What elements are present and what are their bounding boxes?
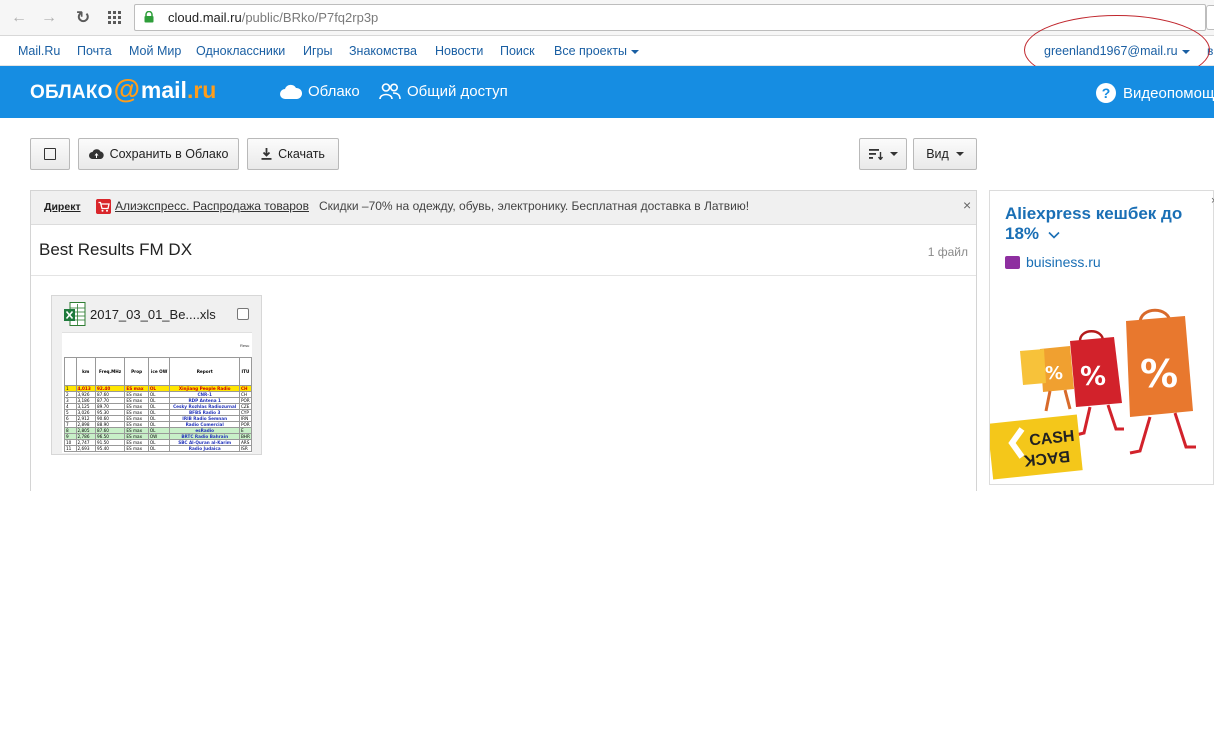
- thumb-cell: ISR: [238, 445, 252, 452]
- save-to-cloud-button[interactable]: Сохранить в Облако: [78, 138, 239, 170]
- thumb-cell: Cesky Rozhlas Radiozurnal: [169, 403, 240, 410]
- file-select-checkbox[interactable]: [237, 308, 249, 320]
- side-ad-title[interactable]: Aliexpress кешбек до 18%: [1005, 204, 1205, 244]
- thumb-corner-text: Resu: [240, 343, 250, 348]
- lock-icon: [144, 11, 154, 23]
- logo-oblako: ОБЛАКО: [30, 82, 113, 103]
- view-button[interactable]: Вид: [913, 138, 977, 170]
- thumb-header-cell: Prop: [124, 357, 149, 386]
- shopping-bags-image: % % % CASH BACK: [990, 308, 1196, 480]
- chevron-down-icon: [955, 152, 964, 156]
- nav-help-label: Видеопомощь: [1123, 84, 1214, 102]
- browser-menu-edge[interactable]: [1206, 5, 1214, 30]
- thumb-cell: BHR: [238, 433, 252, 440]
- ad-close-icon[interactable]: ×: [963, 197, 971, 213]
- thumb-header-cell: km: [75, 357, 96, 386]
- thumb-header-row: km Freq.MHz Prop ice OW Report ITU: [64, 357, 252, 386]
- chevron-down-icon: [630, 49, 639, 54]
- download-label: Скачать: [278, 147, 325, 161]
- nav-cloud-label: Облако: [308, 83, 360, 100]
- thumb-header-cell: Freq.MHz: [94, 357, 126, 386]
- direct-ad-strip: Директ Алиэкспресс. Распродажа товаров С…: [31, 191, 976, 225]
- view-label: Вид: [926, 147, 949, 161]
- thumbnail-table: km Freq.MHz Prop ice OW Report ITU 1 4,01…: [64, 357, 252, 452]
- thumb-cell: SBC Al-Quran al-Karim: [169, 439, 240, 446]
- side-ad-title-text: Aliexpress кешбек до 18%: [1005, 204, 1183, 243]
- bag-percent-medium: %: [1080, 362, 1106, 392]
- ad-link[interactable]: Алиэкспресс. Распродажа товаров: [115, 199, 309, 213]
- thumb-cell: ES max: [124, 445, 149, 452]
- thumb-header-cell: Report: [169, 357, 240, 386]
- logo-at: @: [113, 74, 140, 104]
- thumb-cell: 11: [64, 445, 77, 452]
- download-icon: [261, 148, 272, 160]
- sort-icon: [868, 148, 883, 160]
- nav-shared-label: Общий доступ: [407, 83, 508, 100]
- browser-toolbar: ← → ↻ cloud.mail.ru/public/BRko/P7fq2rp3…: [0, 0, 1214, 36]
- app-header: ОБЛАКО @ mail .ru Облако Общий доступ ? Вид…: [0, 66, 1214, 118]
- sort-button[interactable]: [859, 138, 907, 170]
- chevron-down-icon: [889, 152, 898, 156]
- portal-link-mail[interactable]: Почта: [77, 44, 112, 58]
- file-name[interactable]: 2017_03_01_Be....xls: [90, 307, 216, 322]
- bag-percent-small: %: [1045, 363, 1063, 384]
- portal-link-odnoklassniki[interactable]: Одноклассники: [196, 44, 285, 58]
- thumb-cell: 95.40: [94, 445, 126, 452]
- spreadsheet-thumbnail[interactable]: Resu km Freq.MHz Prop ice OW Report ITU …: [62, 332, 252, 453]
- folder-title: Best Results FM DX: [39, 240, 193, 259]
- thumb-header-cell: ITU: [238, 357, 252, 386]
- file-count: 1 файл: [927, 245, 968, 259]
- thumb-data-row: 11 2,693 95.40 ES max OL Radio Judaica ISR: [64, 445, 252, 452]
- portal-link-search[interactable]: Поиск: [500, 44, 535, 58]
- users-icon: [379, 83, 401, 100]
- bag-percent-large: %: [1140, 352, 1178, 396]
- logo-ru: .ru: [186, 77, 217, 103]
- site-favicon-icon: [1005, 255, 1020, 269]
- cloud-icon: [280, 84, 302, 99]
- thumb-cell: POR: [238, 421, 252, 428]
- oblako-mailru-logo[interactable]: ОБЛАКО @ mail .ru: [30, 74, 217, 107]
- back-arrow-icon[interactable]: ←: [8, 7, 30, 29]
- reload-icon[interactable]: ↻: [72, 7, 94, 29]
- side-ad-domain[interactable]: buisiness.ru: [1005, 254, 1101, 270]
- help-icon: ?: [1096, 83, 1116, 103]
- chevron-down-icon: [1048, 231, 1060, 239]
- side-advertisement[interactable]: Aliexpress кешбек до 18% buisiness.ru % …: [989, 190, 1214, 485]
- shopping-cart-icon: [96, 199, 111, 214]
- thumb-cell: Radio Judaica: [169, 445, 240, 452]
- logo-mail: mail: [140, 77, 187, 103]
- excel-file-icon: [64, 302, 86, 326]
- portal-link-news[interactable]: Новости: [435, 44, 483, 58]
- select-all-button[interactable]: [30, 138, 70, 170]
- cloud-upload-icon: [88, 149, 104, 159]
- download-button[interactable]: Скачать: [247, 138, 339, 170]
- nav-video-help[interactable]: ? Видеопомощь: [1096, 83, 1214, 103]
- portal-link-mailru[interactable]: Mail.Ru: [18, 44, 60, 58]
- direkt-label[interactable]: Директ: [44, 201, 81, 213]
- file-tile[interactable]: 2017_03_01_Be....xls Resu km Freq.MHz Pr…: [51, 295, 262, 455]
- thumb-cell: OL: [147, 445, 171, 452]
- thumb-cell: Xinjiang People Radio: [169, 385, 240, 392]
- thumb-cell: POR: [238, 397, 252, 404]
- apps-grid-icon[interactable]: [104, 7, 126, 29]
- forward-arrow-icon[interactable]: →: [38, 7, 60, 29]
- thumb-header-blank: [64, 357, 77, 386]
- url-text: cloud.mail.ru/public/BRko/P7fq2rp3p: [168, 10, 379, 25]
- nav-shared-access[interactable]: Общий доступ: [379, 83, 508, 100]
- portal-link-games[interactable]: Игры: [303, 44, 332, 58]
- portal-link-my-world[interactable]: Мой Мир: [129, 44, 181, 58]
- portal-link-dating[interactable]: Знакомства: [349, 44, 417, 58]
- thumb-cell: 2,693: [75, 445, 96, 452]
- save-to-cloud-label: Сохранить в Облако: [109, 147, 229, 161]
- public-folder-panel: Директ Алиэкспресс. Распродажа товаров С…: [30, 190, 977, 491]
- thumb-header-cell: ice OW: [147, 357, 171, 386]
- nav-cloud[interactable]: Облако: [280, 83, 360, 100]
- checkbox-icon: [44, 148, 56, 160]
- folder-header: Best Results FM DX 1 файл: [31, 226, 976, 276]
- side-ad-domain-text: buisiness.ru: [1026, 254, 1101, 270]
- all-projects-label: Все проекты: [554, 44, 627, 58]
- ad-description: Скидки –70% на одежду, обувь, электроник…: [319, 199, 750, 213]
- all-projects-menu[interactable]: Все проекты: [554, 44, 639, 58]
